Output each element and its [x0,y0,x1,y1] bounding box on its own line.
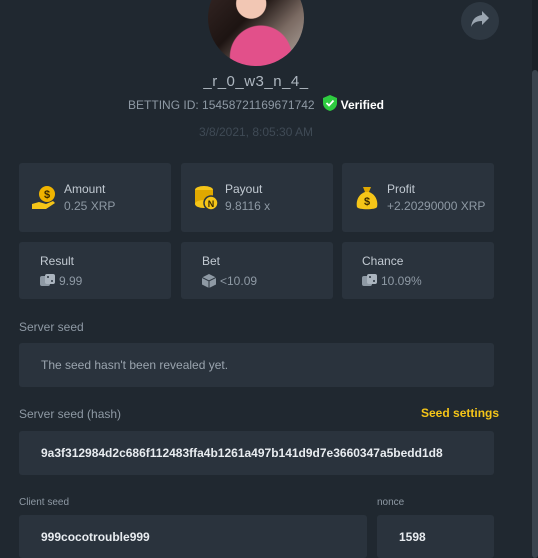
server-seed-hash-label: Server seed (hash) [19,407,122,421]
server-seed-value: The seed hasn't been revealed yet. [41,358,229,372]
chance-value: 10.09% [381,274,422,288]
scrollbar[interactable] [532,0,538,558]
server-seed-hash-value: 9a3f312984d2c686f112483ffa4b1261a497b141… [41,446,443,460]
betting-id: BETTING ID: 15458721169671742 [128,97,315,112]
server-seed-label: Server seed [19,320,84,334]
profit-label: Profit [387,182,416,196]
dice-icon [362,274,377,293]
share-button[interactable] [461,2,499,40]
verified-badge: Verified [322,95,384,114]
nonce-field[interactable]: 1598 [377,515,494,558]
result-card: Result 9.99 [19,242,171,299]
payout-label: Payout [225,182,263,196]
verified-label: Verified [340,97,384,112]
shield-check-icon [322,95,337,114]
chance-label: Chance [362,254,404,268]
betting-id-row: BETTING ID: 15458721169671742 Verified [0,95,512,114]
bet-value: <10.09 [220,274,258,288]
amount-card: $ Amount 0.25 XRP [19,163,171,232]
avatar [208,0,304,66]
profit-card: $ Profit +2.20290000 XRP [342,163,494,232]
nonce-label: nonce [377,497,405,508]
payout-value: 9.8116 x [225,199,271,213]
scrollbar-thumb[interactable] [532,70,538,558]
bet-card: Bet <10.09 [181,242,333,299]
coins-stack-icon: N [193,185,219,216]
result-label: Result [40,254,75,268]
profit-value: +2.20290000 XRP [387,199,486,213]
username: _r_0_w3_n_4_ [203,73,309,90]
result-value: 9.99 [59,274,83,288]
server-seed-hash-field[interactable]: 9a3f312984d2c686f112483ffa4b1261a497b141… [19,431,494,475]
bet-date: 3/8/2021, 8:05:30 AM [198,125,314,139]
client-seed-field[interactable]: 999cocotrouble999 [19,515,367,558]
svg-text:$: $ [364,196,370,208]
chance-card: Chance 10.09% [342,242,494,299]
server-seed-field[interactable]: The seed hasn't been revealed yet. [19,343,494,387]
client-seed-value: 999cocotrouble999 [41,529,150,544]
nonce-value: 1598 [399,529,426,544]
client-seed-label: Client seed [19,497,70,508]
amount-label: Amount [64,182,106,196]
svg-text:$: $ [44,189,50,201]
amount-value: 0.25 XRP [64,199,116,213]
money-bag-icon: $ [355,185,379,216]
bet-label: Bet [202,254,221,268]
share-icon [470,10,490,33]
svg-text:N: N [208,199,215,209]
payout-card: N Payout 9.8116 x [181,163,333,232]
seed-settings-link[interactable]: Seed settings [421,406,499,420]
cube-icon [201,274,217,293]
dice-icon [40,274,55,293]
money-hand-icon: $ [31,185,57,216]
